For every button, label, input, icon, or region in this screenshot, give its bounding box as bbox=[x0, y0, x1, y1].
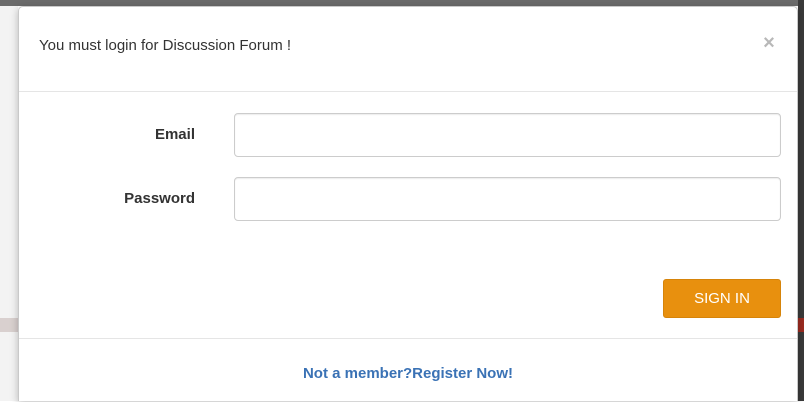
modal-header: You must login for Discussion Forum ! × bbox=[19, 7, 797, 92]
backdrop-right-edge bbox=[798, 0, 804, 401]
register-link[interactable]: Not a member?Register Now! bbox=[19, 365, 797, 382]
password-label: Password bbox=[124, 190, 195, 207]
backdrop-right-accent bbox=[798, 318, 804, 332]
email-row: Email bbox=[19, 113, 797, 157]
backdrop-left-accent bbox=[0, 318, 18, 332]
close-icon[interactable]: × bbox=[759, 31, 779, 55]
backdrop-left-edge bbox=[0, 0, 18, 401]
modal-footer: Not a member?Register Now! bbox=[19, 338, 797, 402]
sign-in-button[interactable]: SIGN IN bbox=[663, 279, 781, 318]
password-field[interactable] bbox=[234, 177, 781, 221]
login-modal: You must login for Discussion Forum ! × … bbox=[18, 6, 798, 401]
email-label: Email bbox=[154, 126, 195, 143]
password-row: Password bbox=[19, 177, 797, 221]
modal-title: You must login for Discussion Forum ! bbox=[39, 37, 292, 54]
email-field[interactable] bbox=[234, 113, 781, 157]
